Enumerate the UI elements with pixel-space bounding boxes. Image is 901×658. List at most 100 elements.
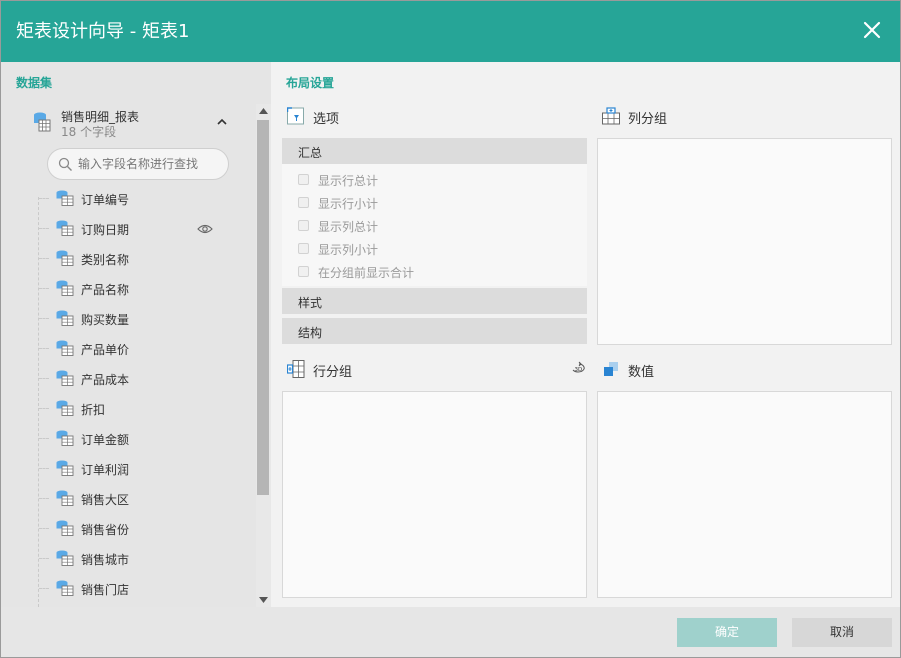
field-item[interactable]: 产品成本 — [1, 364, 256, 394]
field-list-scrollbar[interactable] — [256, 104, 271, 607]
tree-connector — [39, 498, 49, 499]
field-item[interactable]: 订单利润 — [1, 454, 256, 484]
column-group-dropzone[interactable] — [597, 138, 892, 345]
tree-connector — [39, 258, 49, 259]
option-label: 显示列总计 — [318, 220, 379, 234]
field-item[interactable]: 类别名称 — [1, 244, 256, 274]
field-label: 订购日期 — [81, 223, 130, 237]
summary-accordion-label: 汇总 — [298, 146, 323, 160]
field-item[interactable]: 订购日期 — [1, 214, 256, 244]
values-dropzone[interactable] — [597, 391, 892, 598]
field-label: 类别名称 — [81, 253, 130, 267]
field-item[interactable]: 订单金额 — [1, 424, 256, 454]
tree-connector — [39, 288, 49, 289]
option-checkbox[interactable] — [298, 243, 309, 254]
field-column-icon — [56, 550, 74, 566]
style-accordion[interactable]: 样式 — [282, 288, 587, 314]
field-label: 销售城市 — [81, 553, 130, 567]
structure-accordion[interactable]: 结构 — [282, 318, 587, 344]
field-column-icon — [56, 370, 74, 386]
field-column-icon — [56, 400, 74, 416]
row-group-icon — [287, 360, 305, 378]
field-column-icon — [56, 460, 74, 476]
field-column-icon — [56, 190, 74, 206]
option-label: 显示行小计 — [318, 197, 379, 211]
field-label: 产品名称 — [81, 283, 130, 297]
field-column-icon — [56, 340, 74, 356]
option-checkbox[interactable] — [298, 220, 309, 231]
field-item[interactable]: 销售大区 — [1, 484, 256, 514]
search-icon — [58, 157, 72, 171]
dialog-title: 矩表设计向导 - 矩表1 — [16, 21, 190, 42]
field-item[interactable]: 折扣 — [1, 394, 256, 424]
dataset-panel-title: 数据集 — [16, 76, 53, 90]
option-checkbox[interactable] — [298, 197, 309, 208]
dialog-footer: 确定 取消 — [1, 607, 900, 657]
field-label: 销售省份 — [81, 523, 130, 537]
field-item[interactable]: 产品单价 — [1, 334, 256, 364]
layout-panel: 布局设置 选项 汇总 显示行总计 显示行小计 显示列总计 显示列小计 在分组前显示合计 … — [271, 62, 900, 607]
scroll-up-arrow-icon[interactable] — [259, 108, 268, 114]
tree-connector — [39, 588, 49, 589]
field-search-input[interactable] — [78, 155, 223, 173]
tree-connector — [39, 438, 49, 439]
option-checkbox[interactable] — [298, 174, 309, 185]
tree-connector — [39, 468, 49, 469]
option-checkbox[interactable] — [298, 266, 309, 277]
3d-icon-text: 3D — [575, 367, 583, 373]
scroll-down-arrow-icon[interactable] — [259, 597, 268, 603]
row-group-title: 行分组 — [313, 365, 353, 380]
column-group-icon — [602, 107, 620, 125]
eye-icon[interactable] — [197, 223, 213, 235]
field-item[interactable]: 销售门店 — [1, 574, 256, 604]
field-column-icon — [56, 280, 74, 296]
field-label: 销售门店 — [81, 583, 130, 597]
matrix-wizard-dialog: 矩表设计向导 - 矩表1 数据集 销售明细_报表 18 个字段 输入字段名称进行… — [0, 0, 901, 658]
field-label: 产品单价 — [81, 343, 130, 357]
values-icon — [604, 362, 618, 376]
cancel-button[interactable]: 取消 — [792, 618, 892, 647]
tree-connector — [39, 378, 49, 379]
field-item[interactable]: 产品名称 — [1, 274, 256, 304]
column-group-title: 列分组 — [628, 112, 668, 127]
structure-accordion-label: 结构 — [298, 326, 323, 340]
dataset-field-count: 18 个字段 — [61, 125, 117, 139]
field-label: 销售大区 — [81, 493, 130, 507]
options-title: 选项 — [313, 112, 340, 127]
tree-connector — [39, 348, 49, 349]
summary-accordion[interactable]: 汇总 — [282, 138, 587, 164]
field-item[interactable]: 销售城市 — [1, 544, 256, 574]
option-label: 显示行总计 — [318, 174, 379, 188]
option-label: 显示列小计 — [318, 243, 379, 257]
ok-button[interactable]: 确定 — [677, 618, 777, 647]
tree-connector — [39, 198, 49, 199]
row-group-dropzone[interactable] — [282, 391, 587, 598]
field-label: 订单金额 — [81, 433, 130, 447]
field-column-icon — [56, 520, 74, 536]
dataset-panel: 数据集 销售明细_报表 18 个字段 订单编号订购日期类别名称产品名称购买数量产… — [1, 62, 271, 607]
field-column-icon — [56, 220, 74, 236]
field-label: 折扣 — [81, 403, 106, 417]
close-icon[interactable] — [862, 20, 882, 40]
summary-options: 显示行总计显示行小计显示列总计显示列小计在分组前显示合计 — [282, 164, 587, 286]
field-search-box[interactable] — [47, 148, 229, 180]
tree-connector — [39, 528, 49, 529]
chevron-up-icon[interactable] — [216, 117, 228, 127]
title-bar: 矩表设计向导 - 矩表1 — [1, 1, 900, 62]
layout-panel-title: 布局设置 — [286, 76, 335, 90]
field-column-icon — [56, 490, 74, 506]
field-item[interactable]: 订单编号 — [1, 184, 256, 214]
dataset-table-icon — [34, 112, 51, 132]
field-label: 订单利润 — [81, 463, 130, 477]
field-column-icon — [56, 250, 74, 266]
scroll-thumb[interactable] — [257, 120, 269, 495]
tree-connector — [39, 408, 49, 409]
3d-rotate-icon[interactable]: 3D — [571, 361, 587, 377]
tree-connector — [39, 228, 49, 229]
field-label: 订单编号 — [81, 193, 130, 207]
field-column-icon — [56, 310, 74, 326]
option-label: 在分组前显示合计 — [318, 266, 415, 280]
tree-connector — [39, 318, 49, 319]
field-item[interactable]: 销售省份 — [1, 514, 256, 544]
field-item[interactable]: 购买数量 — [1, 304, 256, 334]
